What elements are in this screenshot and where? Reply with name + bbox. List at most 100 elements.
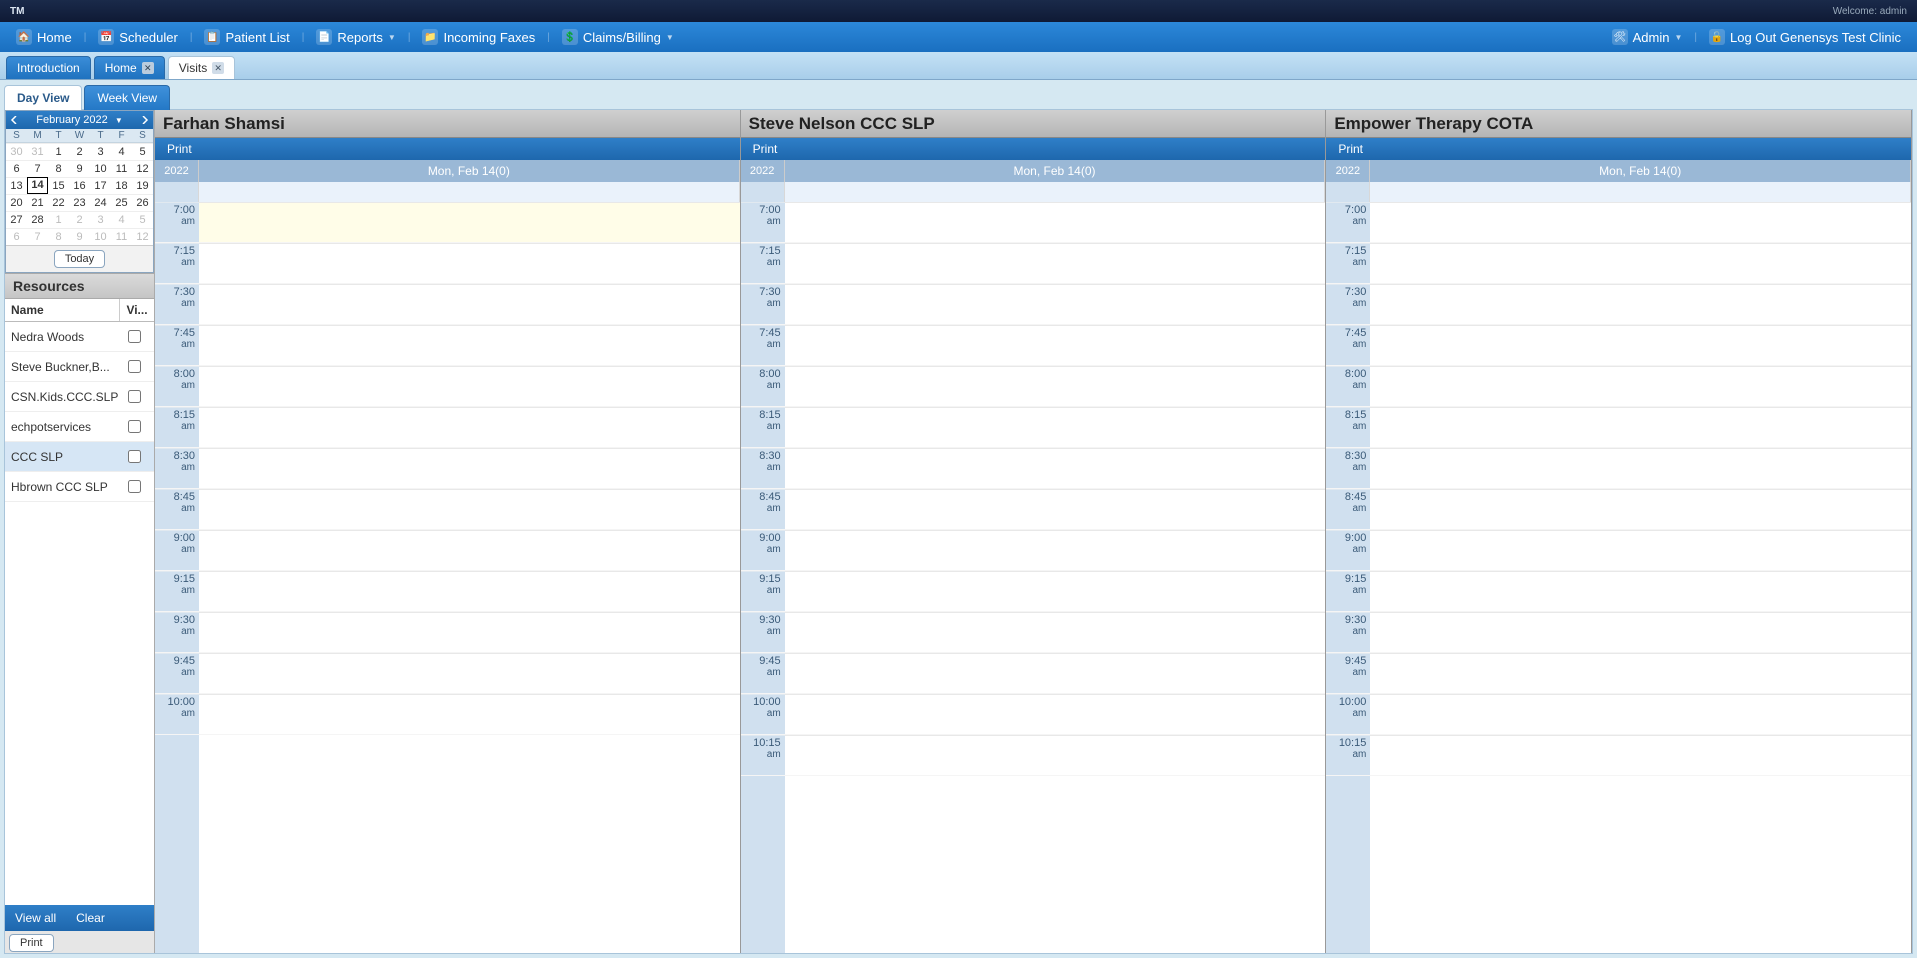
time-slot[interactable] xyxy=(1370,735,1911,776)
time-slot[interactable] xyxy=(785,653,1326,694)
tab-visits[interactable]: Visits ✕ xyxy=(168,56,235,79)
menu-reports[interactable]: 📄 Reports ▼ xyxy=(308,22,403,52)
resource-row[interactable]: Hbrown CCC SLP xyxy=(5,472,154,502)
time-slot[interactable] xyxy=(199,612,740,653)
calendar-day[interactable]: 26 xyxy=(132,194,153,211)
calendar-day[interactable]: 2 xyxy=(69,143,90,160)
schedule-time-scroll[interactable]: 7:00am7:15am7:30am7:45am8:00am8:15am8:30… xyxy=(1326,202,1911,953)
menu-claims-billing[interactable]: 💲 Claims/Billing ▼ xyxy=(554,22,682,52)
calendar-day[interactable]: 9 xyxy=(69,228,90,245)
calendar-day[interactable]: 27 xyxy=(6,211,27,228)
resources-list[interactable]: Nedra WoodsSteve Buckner,B...CSN.Kids.CC… xyxy=(5,322,154,905)
view-tab-day[interactable]: Day View xyxy=(4,85,82,110)
schedule-print-link[interactable]: Print xyxy=(753,142,778,156)
calendar-day[interactable]: 23 xyxy=(69,194,90,211)
menu-home[interactable]: 🏠 Home xyxy=(8,22,80,52)
calendar-day[interactable]: 6 xyxy=(6,160,27,177)
time-slot[interactable] xyxy=(199,694,740,735)
menu-scheduler[interactable]: 📅 Scheduler xyxy=(90,22,186,52)
resource-row[interactable]: CSN.Kids.CCC.SLP xyxy=(5,382,154,412)
menu-patient-list[interactable]: 📋 Patient List xyxy=(196,22,297,52)
time-slot[interactable] xyxy=(1370,612,1911,653)
time-slot[interactable] xyxy=(785,735,1326,776)
menu-admin[interactable]: 🛠 Admin ▼ xyxy=(1604,22,1691,52)
time-slot[interactable] xyxy=(785,612,1326,653)
resource-row[interactable]: Nedra Woods xyxy=(5,322,154,352)
calendar-day[interactable]: 15 xyxy=(48,177,69,194)
resource-checkbox[interactable] xyxy=(128,360,141,373)
time-slot[interactable] xyxy=(1370,243,1911,284)
calendar-day[interactable]: 6 xyxy=(6,228,27,245)
time-slot[interactable] xyxy=(199,366,740,407)
calendar-day[interactable]: 7 xyxy=(27,160,48,177)
schedule-time-scroll[interactable]: 7:00am7:15am7:30am7:45am8:00am8:15am8:30… xyxy=(155,202,740,953)
calendar-day[interactable]: 31 xyxy=(27,143,48,160)
resource-checkbox[interactable] xyxy=(128,330,141,343)
menu-incoming-faxes[interactable]: 📁 Incoming Faxes xyxy=(414,22,543,52)
resource-checkbox[interactable] xyxy=(128,480,141,493)
time-slot[interactable] xyxy=(1370,489,1911,530)
time-slot[interactable] xyxy=(785,448,1326,489)
time-slot[interactable] xyxy=(199,284,740,325)
calendar-day[interactable]: 9 xyxy=(69,160,90,177)
calendar-today-button[interactable]: Today xyxy=(54,250,105,268)
time-slot[interactable] xyxy=(1370,202,1911,243)
time-slot[interactable] xyxy=(785,530,1326,571)
calendar-day[interactable]: 21 xyxy=(27,194,48,211)
time-slot[interactable] xyxy=(785,694,1326,735)
calendar-day[interactable]: 1 xyxy=(48,143,69,160)
calendar-day[interactable]: 1 xyxy=(48,211,69,228)
calendar-title[interactable]: February 2022 ▼ xyxy=(22,114,137,126)
calendar-day[interactable]: 20 xyxy=(6,194,27,211)
close-icon[interactable]: ✕ xyxy=(212,62,224,74)
schedule-print-link[interactable]: Print xyxy=(1338,142,1363,156)
schedule-date-label[interactable]: Mon, Feb 14(0) xyxy=(199,160,740,182)
calendar-day[interactable]: 24 xyxy=(90,194,111,211)
calendar-day[interactable]: 3 xyxy=(90,211,111,228)
calendar-day[interactable]: 11 xyxy=(111,228,132,245)
calendar-day-selected[interactable]: 14 xyxy=(27,177,48,194)
time-body[interactable] xyxy=(199,202,740,953)
calendar-day[interactable]: 22 xyxy=(48,194,69,211)
schedule-date-label[interactable]: Mon, Feb 14(0) xyxy=(785,160,1326,182)
time-body[interactable] xyxy=(1370,202,1911,953)
time-slot[interactable] xyxy=(1370,571,1911,612)
resource-row[interactable]: CCC SLP xyxy=(5,442,154,472)
schedule-time-scroll[interactable]: 7:00am7:15am7:30am7:45am8:00am8:15am8:30… xyxy=(741,202,1326,953)
resource-row[interactable]: echpotservices xyxy=(5,412,154,442)
calendar-day[interactable]: 5 xyxy=(132,143,153,160)
menu-logout[interactable]: 🔓 Log Out Genensys Test Clinic xyxy=(1701,22,1909,52)
time-slot[interactable] xyxy=(199,243,740,284)
calendar-day[interactable]: 16 xyxy=(69,177,90,194)
time-slot[interactable] xyxy=(199,407,740,448)
calendar-day[interactable]: 8 xyxy=(48,228,69,245)
calendar-day[interactable]: 25 xyxy=(111,194,132,211)
time-body[interactable] xyxy=(785,202,1326,953)
time-slot[interactable] xyxy=(785,407,1326,448)
calendar-day[interactable]: 4 xyxy=(111,211,132,228)
calendar-prev-button[interactable] xyxy=(6,112,22,128)
calendar-day[interactable]: 10 xyxy=(90,228,111,245)
time-slot[interactable] xyxy=(199,489,740,530)
time-slot[interactable] xyxy=(1370,653,1911,694)
time-slot[interactable] xyxy=(199,448,740,489)
calendar-day[interactable]: 8 xyxy=(48,160,69,177)
time-slot[interactable] xyxy=(199,571,740,612)
close-icon[interactable]: ✕ xyxy=(142,62,154,74)
calendar-day[interactable]: 3 xyxy=(90,143,111,160)
resources-col-view[interactable]: Vi... xyxy=(120,299,154,321)
time-slot[interactable] xyxy=(1370,366,1911,407)
time-slot[interactable] xyxy=(785,284,1326,325)
time-slot[interactable] xyxy=(199,653,740,694)
resources-clear[interactable]: Clear xyxy=(76,911,105,925)
calendar-day[interactable]: 13 xyxy=(6,177,27,194)
time-slot[interactable] xyxy=(785,325,1326,366)
time-slot[interactable] xyxy=(199,325,740,366)
schedule-print-link[interactable]: Print xyxy=(167,142,192,156)
time-slot[interactable] xyxy=(785,366,1326,407)
time-slot[interactable] xyxy=(1370,694,1911,735)
calendar-day[interactable]: 28 xyxy=(27,211,48,228)
view-tab-week[interactable]: Week View xyxy=(84,85,170,110)
resource-checkbox[interactable] xyxy=(128,450,141,463)
time-slot[interactable] xyxy=(199,202,740,243)
